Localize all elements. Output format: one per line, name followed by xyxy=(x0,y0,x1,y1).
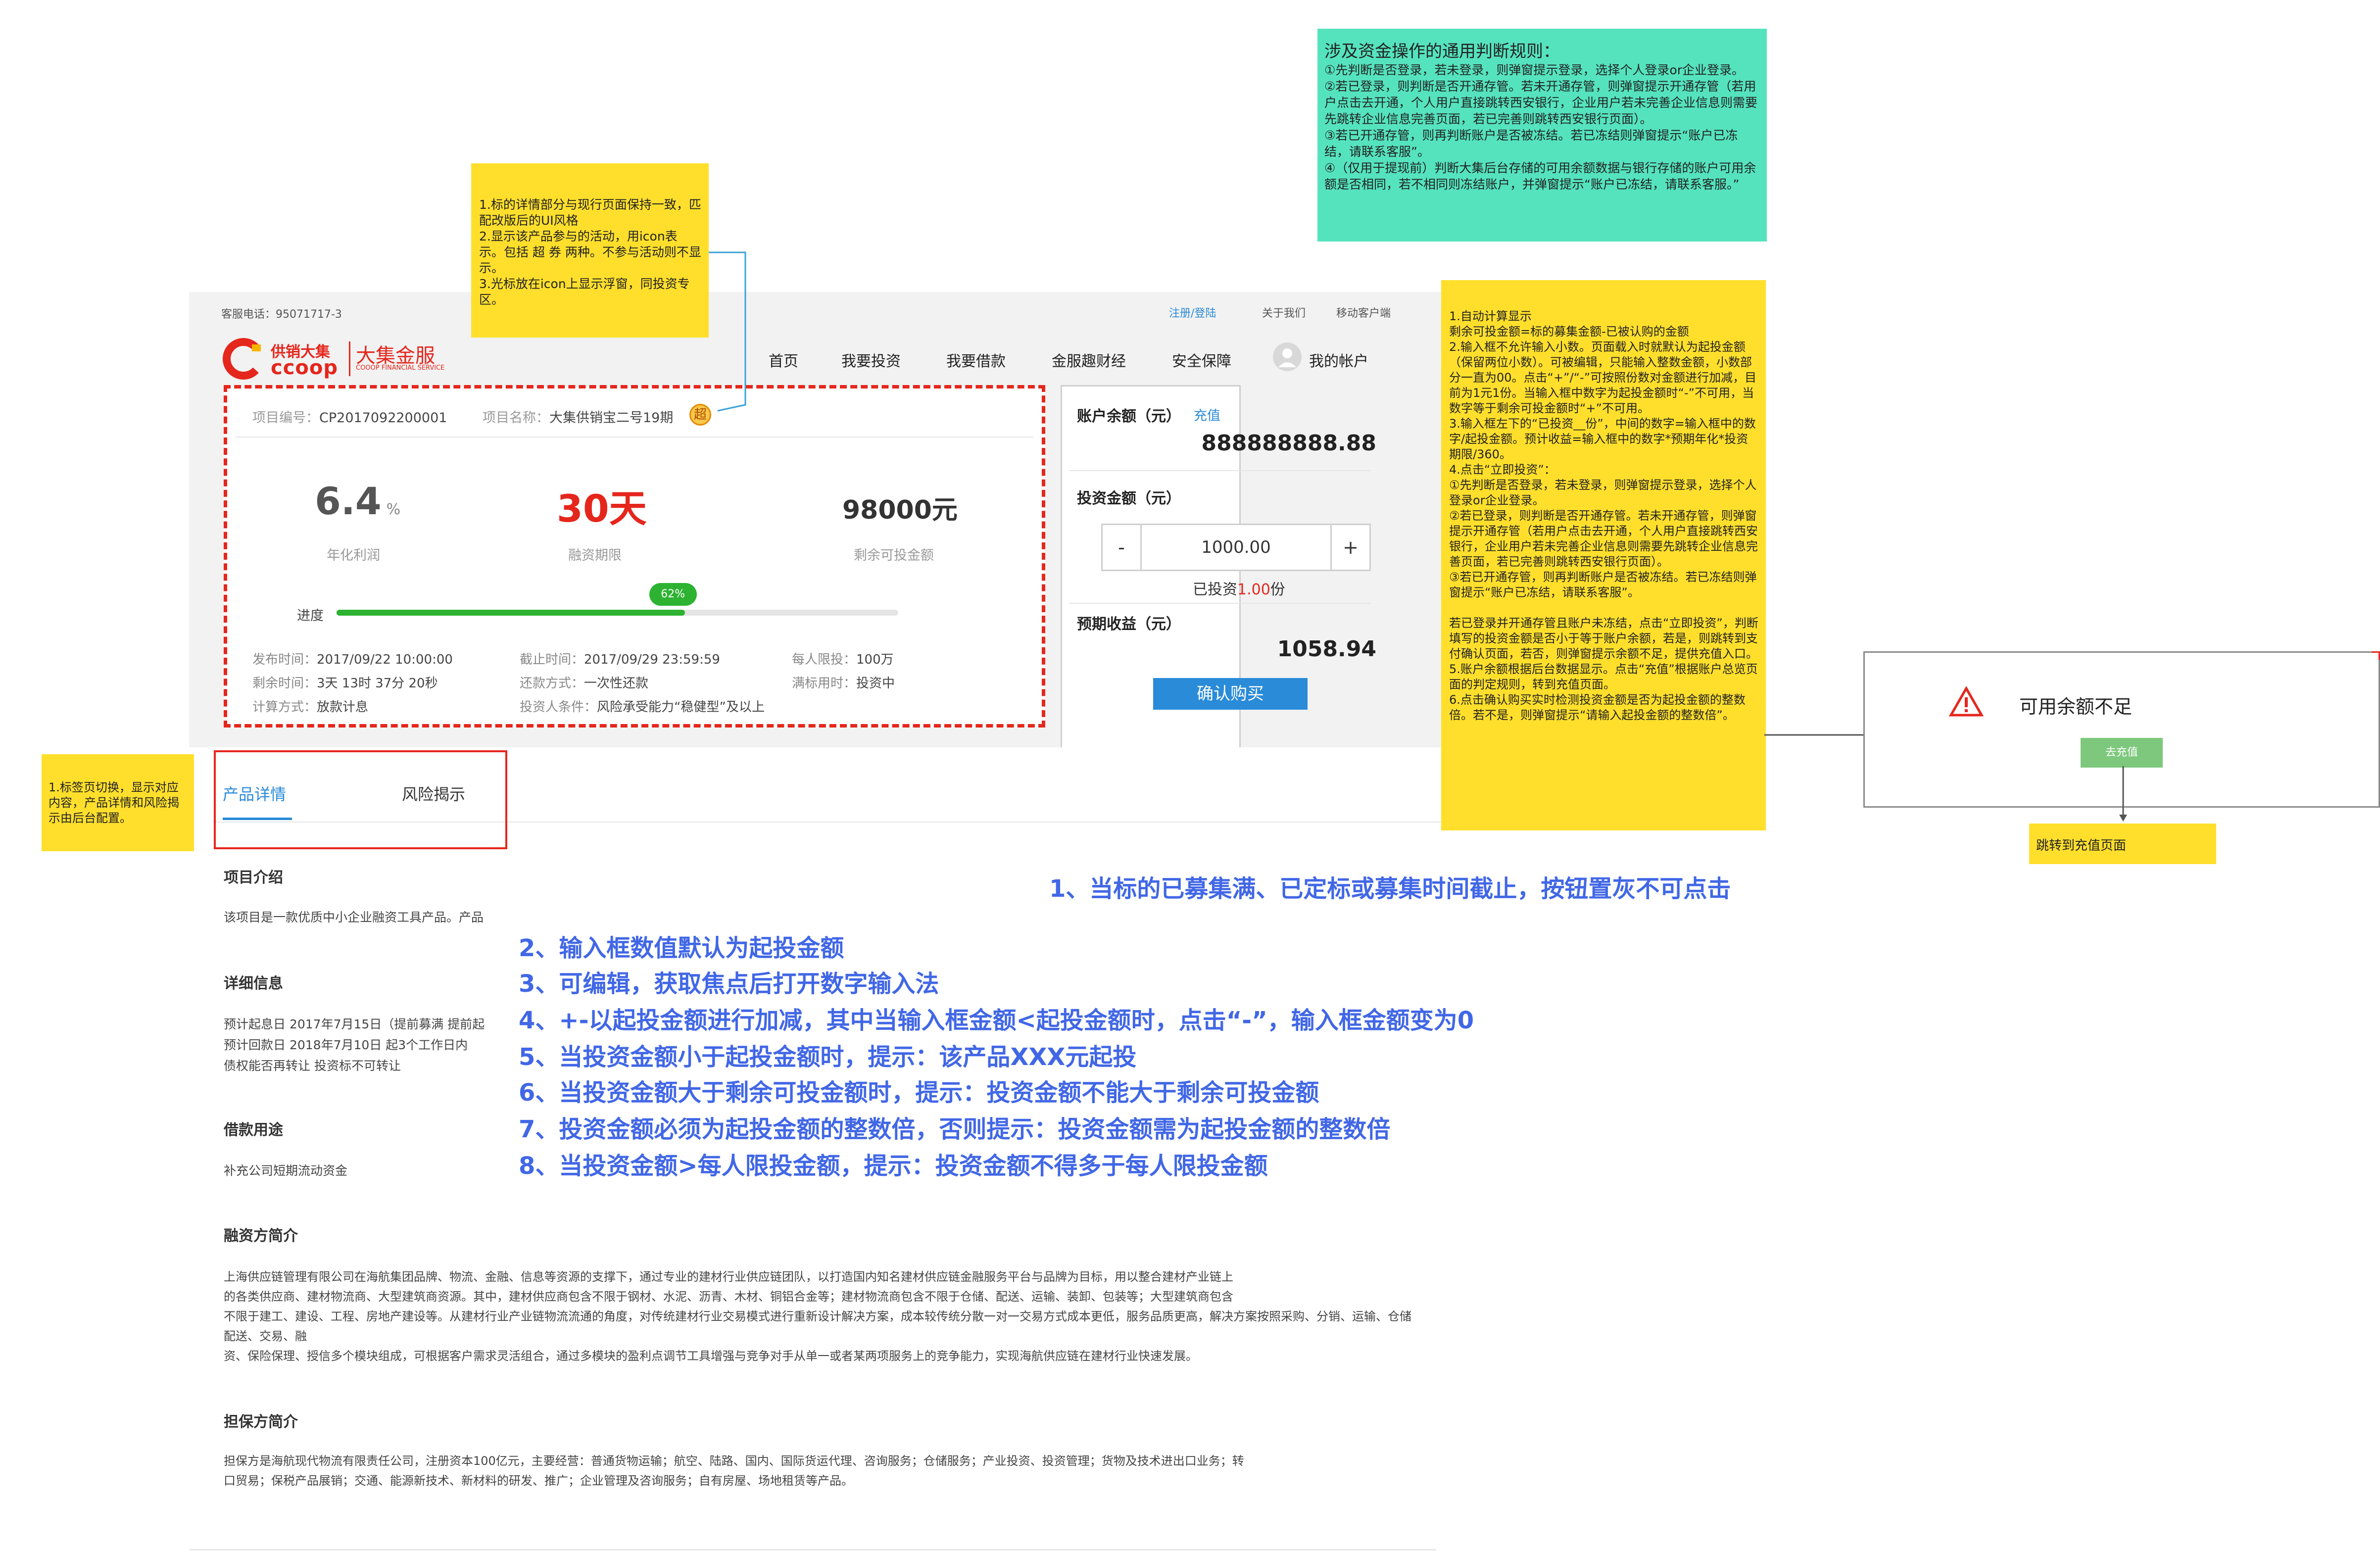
progress-label: 进度 xyxy=(297,608,324,624)
section-intro-title: 项目介绍 xyxy=(224,869,283,886)
rule-7: 7、投资金额必须为起投金额的整数倍，否则提示：投资金额需为起投金额的整数倍 xyxy=(519,1116,1391,1143)
project-name-row: 项目名称：大集供销宝二号19期 xyxy=(483,407,673,426)
invest-divider-1 xyxy=(1069,470,1371,471)
amount-stepper[interactable]: - 1000.00 + xyxy=(1101,524,1371,571)
annual-rate: 6.4% xyxy=(315,479,400,523)
flow-arrow-to-recharge xyxy=(2119,766,2127,822)
rule-6: 6、当投资金额大于剩余可投金额时，提示：投资金额不能大于剩余可投金额 xyxy=(519,1079,1319,1107)
project-id-label: 项目编号： xyxy=(252,410,319,426)
recharge-page-note-text: 跳转到充值页面 xyxy=(2036,838,2127,853)
nav-finance-news[interactable]: 金服趣财经 xyxy=(1052,349,1126,371)
amount-input[interactable]: 1000.00 xyxy=(1142,525,1330,570)
invest-divider-2 xyxy=(1069,603,1371,604)
section-usage-title: 借款用途 xyxy=(224,1121,283,1139)
nav-borrow[interactable]: 我要借款 xyxy=(946,349,1006,371)
warning-icon xyxy=(1949,686,1984,717)
nav-security[interactable]: 安全保障 xyxy=(1172,349,1231,371)
section-financier-title: 融资方简介 xyxy=(224,1227,298,1245)
avatar-icon[interactable] xyxy=(1273,342,1302,371)
detail-deadline: 截止时间：2017/09/29 23:59:59 xyxy=(520,652,720,667)
rule-4: 4、+-以起投金额进行加减，其中当输入框金额<起投金额时，点击“-”，输入框金额… xyxy=(519,1007,1474,1034)
section-guarantor-text: 担保方是海航现代物流有限责任公司，注册资本100亿元，主要经营：普通货物运输；航… xyxy=(224,1454,1244,1488)
recharge-page-note: 跳转到充值页面 xyxy=(2029,824,2216,864)
section-intro-text: 该项目是一款优质中小企业融资工具产品。产品 xyxy=(224,910,484,924)
balance-label: 账户余额（元） xyxy=(1077,408,1181,425)
detail-repayment: 还款方式：一次性还款 xyxy=(520,676,649,691)
detail-requirements-note: 1.标的详情部分与现行页面保持一致，匹配改版后的UI风格 2.显示该产品参与的活… xyxy=(471,163,709,338)
logo-c-icon xyxy=(222,338,261,380)
progress-fill xyxy=(337,610,685,616)
rule-1: 1、当标的已募集满、已定标或募集时间截止，按钮置灰不可点击 xyxy=(1049,875,1731,903)
tabs-highlight-frame xyxy=(214,750,507,849)
logo-brand-en-text: COOOP FINANCIAL SERVICE xyxy=(356,364,445,372)
nav-home[interactable]: 首页 xyxy=(769,349,798,371)
nav-my-account[interactable]: 我的帐户 xyxy=(1309,349,1368,371)
progress-percent-bubble: 62% xyxy=(649,583,697,606)
term-value: 30天 xyxy=(557,486,647,531)
annual-rate-label: 年化利润 xyxy=(327,548,380,563)
general-rules-note: 涉及资金操作的通用判断规则： ①先判断是否登录，若未登录，则弹窗提示登录，选择个… xyxy=(1317,29,1767,242)
general-rules-title: 涉及资金操作的通用判断规则： xyxy=(1324,42,1560,61)
annual-rate-unit: % xyxy=(386,501,401,518)
logo-divider xyxy=(349,341,350,376)
minus-button[interactable]: - xyxy=(1103,525,1142,570)
dialog-corner-mark xyxy=(2372,651,2380,660)
project-id-value: CP2017092200001 xyxy=(319,410,447,426)
detail-full-time: 满标用时：投资中 xyxy=(792,676,895,691)
note-connector-line xyxy=(709,251,746,412)
flow-arrow-to-dialog xyxy=(1764,731,1870,739)
detail-line-1: 预计起息日 2017年7月15日（提前募满 提前起 xyxy=(224,1017,485,1031)
remaining-amount-label: 剩余可投金额 xyxy=(854,548,934,563)
nav-invest[interactable]: 我要投资 xyxy=(841,349,901,371)
login-register-link[interactable]: 注册/登陆 xyxy=(1169,304,1216,320)
plus-button[interactable]: + xyxy=(1330,525,1369,570)
tab-switch-text: 1.标签页切换，显示对应内容，产品详情和风险揭示由后台配置。 xyxy=(49,780,179,825)
remaining-amount-value: 98000元 xyxy=(842,495,958,525)
detail-line-2: 预计回款日 2018年7月10日 起3个工作日内 xyxy=(224,1038,468,1052)
general-rules-body: ①先判断是否登录，若未登录，则弹窗提示登录，选择个人登录or企业登录。 ②若已登… xyxy=(1324,63,1758,192)
detail-per-person-limit: 每人限投：100万 xyxy=(792,652,894,667)
recharge-link[interactable]: 充值 xyxy=(1194,405,1220,424)
detail-remaining-time: 剩余时间：3天 13时 37分 20秒 xyxy=(252,676,438,691)
calculation-rules-note: 1.自动计算显示 剩余可投金额=标的募集金额-已被认购的金额 2.输入框不允许输… xyxy=(1441,280,1766,830)
calculation-rules-text: 1.自动计算显示 剩余可投金额=标的募集金额-已被认购的金额 2.输入框不允许输… xyxy=(1449,309,1758,722)
go-recharge-button[interactable]: 去充值 xyxy=(2081,738,2163,768)
detail-publish-time: 发布时间：2017/09/22 10:00:00 xyxy=(252,652,453,667)
expected-income-label: 预期收益（元） xyxy=(1077,616,1181,633)
page-bottom-line xyxy=(189,1549,1436,1551)
project-name-value: 大集供销宝二号19期 xyxy=(549,410,674,426)
expected-income-value: 1058.94 xyxy=(1277,636,1376,662)
rule-2: 2、输入框数值默认为起投金额 xyxy=(519,934,844,962)
detail-investor-condition: 投资人条件：风险承受能力“稳健型”及以上 xyxy=(520,700,765,715)
amount-label: 投资金额（元） xyxy=(1077,490,1181,507)
section-detail-title: 详细信息 xyxy=(224,975,283,992)
mobile-client-link[interactable]: 移动客户端 xyxy=(1336,304,1391,320)
about-us-link[interactable]: 关于我们 xyxy=(1262,304,1306,320)
term-label: 融资期限 xyxy=(568,548,622,563)
project-name-label: 项目名称： xyxy=(483,410,549,426)
section-financier-text: 上海供应链管理有限公司在海航集团品牌、物流、金融、信息等资源的支撑下，通过专业的… xyxy=(224,1270,1411,1363)
section-guarantor-title: 担保方简介 xyxy=(224,1413,298,1431)
section-usage-text: 补充公司短期流动资金 xyxy=(224,1164,348,1178)
rule-3: 3、可编辑，获取焦点后打开数字输入法 xyxy=(519,970,939,998)
tab-switch-note: 1.标签页切换，显示对应内容，产品详情和风险揭示由后台配置。 xyxy=(42,754,194,851)
logo-sub-text: ccoop xyxy=(271,356,339,379)
detail-line-3: 债权能否再转让 投资标不可转让 xyxy=(224,1059,401,1073)
detail-calc-method: 计算方式：放款计息 xyxy=(252,700,369,715)
hotline-text: 客服电话：95071717-3 xyxy=(221,308,342,321)
progress-track xyxy=(337,610,898,616)
invested-shares: 已投资1.00份 xyxy=(1193,581,1285,598)
rule-5: 5、当投资金额小于起投金额时，提示：该产品XXX元起投 xyxy=(519,1043,1137,1071)
annual-rate-value: 6.4 xyxy=(315,479,382,523)
rule-8: 8、当投资金额>每人限投金额，提示：投资金额不得多于每人限投金额 xyxy=(519,1152,1268,1180)
confirm-purchase-button[interactable]: 确认购买 xyxy=(1153,678,1308,710)
site-logo[interactable]: 供销大集 ccoop 大集金服 COOOP FINANCIAL SERVICE xyxy=(221,337,449,381)
detail-requirements-text: 1.标的详情部分与现行页面保持一致，匹配改版后的UI风格 2.显示该产品参与的活… xyxy=(479,197,701,307)
dialog-title: 可用余额不足 xyxy=(2019,696,2133,718)
balance-value: 888888888.88 xyxy=(1201,431,1376,456)
project-id-row: 项目编号：CP2017092200001 xyxy=(252,407,447,426)
